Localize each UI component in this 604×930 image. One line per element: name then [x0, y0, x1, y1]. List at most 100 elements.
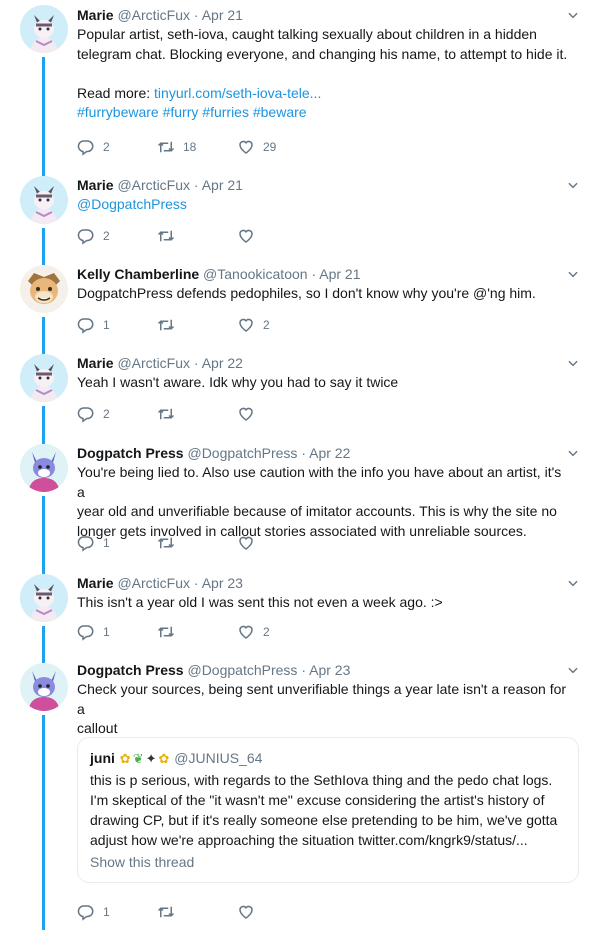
display-name[interactable]: Marie	[77, 355, 114, 371]
reply-count: 2	[103, 229, 110, 243]
reply-button[interactable]: 1	[77, 316, 157, 334]
retweet-button[interactable]	[157, 316, 237, 334]
reply-icon	[77, 316, 95, 334]
timestamp[interactable]: Apr 23	[309, 662, 350, 678]
handle[interactable]: @DogpatchPress	[187, 445, 297, 461]
chevron-down-icon[interactable]	[566, 356, 582, 372]
retweet-count: 18	[183, 140, 197, 154]
reply-button[interactable]: 2	[77, 405, 157, 423]
reply-button[interactable]: 1	[77, 903, 157, 921]
quote-handle[interactable]: @JUNIUS_64	[174, 750, 262, 766]
handle[interactable]: @DogpatchPress	[187, 662, 297, 678]
display-name[interactable]: Marie	[77, 7, 114, 23]
timestamp[interactable]: Apr 22	[309, 445, 350, 461]
quoted-tweet[interactable]: juni ✿ ❦ ✦ ✿ @JUNIUS_64 this is p serious, …	[77, 737, 579, 883]
retweet-button[interactable]	[157, 903, 237, 921]
handle[interactable]: @Tanookicatoon	[203, 266, 308, 282]
avatar[interactable]	[20, 663, 68, 711]
chevron-down-icon[interactable]	[566, 663, 582, 679]
reply-button[interactable]: 2	[77, 138, 157, 156]
display-name[interactable]: Marie	[77, 177, 114, 193]
read-more-link[interactable]: tinyurl.com/seth-iova-tele...	[154, 85, 321, 101]
tweet-actions: 2	[77, 404, 317, 424]
timestamp[interactable]: Apr 23	[202, 575, 243, 591]
chevron-down-icon[interactable]	[566, 8, 582, 24]
sunflower-icon: ✿	[119, 751, 131, 766]
reply-count: 1	[103, 625, 110, 639]
mention-link[interactable]: @DogpatchPress	[77, 196, 187, 212]
reply-button[interactable]: 1	[77, 623, 157, 641]
chevron-down-icon[interactable]	[566, 267, 582, 283]
tweet[interactable]: Dogpatch Press @DogpatchPress · Apr 22 Y…	[0, 438, 604, 568]
hashtag-link[interactable]: #beware	[253, 104, 307, 120]
tweet[interactable]: Dogpatch Press @DogpatchPress · Apr 23 C…	[0, 657, 604, 930]
thread-line	[42, 228, 45, 259]
hashtag-link[interactable]: #furries	[202, 104, 249, 120]
avatar[interactable]	[20, 176, 68, 224]
text-line: drawing CP, but if it's really someone e…	[90, 812, 558, 828]
retweet-button[interactable]	[157, 534, 237, 552]
tweet-text: @DogpatchPress	[77, 195, 568, 215]
display-name[interactable]: Kelly Chamberline	[77, 266, 199, 282]
hashtag-link[interactable]: #furry	[163, 104, 199, 120]
tweet-text: DogpatchPress defends pedophiles, so I d…	[77, 285, 536, 301]
like-button[interactable]	[237, 903, 317, 921]
reply-button[interactable]: 2	[77, 227, 157, 245]
like-button[interactable]: 29	[237, 138, 317, 156]
tweet-actions: 1	[77, 902, 317, 922]
tweet[interactable]: Marie @ArcticFux · Apr 22 Yeah I wasn't …	[0, 348, 604, 438]
retweet-button[interactable]	[157, 227, 237, 245]
reply-button[interactable]: 1	[77, 534, 157, 552]
quote-display-name[interactable]: juni	[90, 750, 115, 766]
like-button[interactable]	[237, 534, 317, 552]
like-count: 29	[263, 140, 277, 154]
display-name[interactable]: Dogpatch Press	[77, 445, 184, 461]
hashtag-link[interactable]: #furrybeware	[77, 104, 159, 120]
chevron-down-icon[interactable]	[566, 178, 582, 194]
handle[interactable]: @ArcticFux	[117, 177, 190, 193]
tweet-actions: 1 2	[77, 315, 317, 335]
like-count: 2	[263, 318, 270, 332]
quote-text: this is p serious, with regards to the S…	[90, 770, 566, 850]
reply-icon	[77, 227, 95, 245]
tweet-text: This isn't a year old I was sent this no…	[77, 594, 443, 610]
chevron-down-icon[interactable]	[566, 446, 582, 462]
timestamp[interactable]: Apr 21	[202, 177, 243, 193]
avatar[interactable]	[20, 444, 68, 492]
thread-line	[42, 57, 45, 170]
hashtags: #furrybeware #furry #furries #beware	[77, 103, 568, 123]
like-button[interactable]	[237, 227, 317, 245]
avatar[interactable]	[20, 354, 68, 402]
like-button[interactable]	[237, 405, 317, 423]
retweet-icon	[157, 903, 175, 921]
thread-line	[42, 406, 45, 438]
tweet[interactable]: Marie @ArcticFux · Apr 21 Popular artist…	[0, 0, 604, 170]
retweet-icon	[157, 534, 175, 552]
handle[interactable]: @ArcticFux	[117, 355, 190, 371]
timestamp[interactable]: Apr 21	[319, 266, 360, 282]
like-button[interactable]: 2	[237, 316, 317, 334]
tweet-text: Popular artist, seth-iova, caught talkin…	[77, 25, 568, 123]
avatar[interactable]	[20, 5, 68, 53]
retweet-button[interactable]	[157, 405, 237, 423]
retweet-button[interactable]	[157, 623, 237, 641]
display-name[interactable]: Dogpatch Press	[77, 662, 184, 678]
timestamp[interactable]: Apr 22	[202, 355, 243, 371]
retweet-button[interactable]: 18	[157, 138, 237, 156]
handle[interactable]: @ArcticFux	[117, 575, 190, 591]
avatar[interactable]	[20, 574, 68, 622]
chevron-down-icon[interactable]	[566, 576, 582, 592]
retweet-icon	[157, 138, 175, 156]
like-button[interactable]: 2	[237, 623, 317, 641]
handle[interactable]: @ArcticFux	[117, 7, 190, 23]
tweet[interactable]: Kelly Chamberline @Tanookicatoon · Apr 2…	[0, 259, 604, 348]
separator-dot: ·	[311, 266, 317, 282]
reply-count: 1	[103, 905, 110, 919]
avatar[interactable]	[20, 265, 68, 313]
tweet[interactable]: Marie @ArcticFux · Apr 23 This isn't a y…	[0, 568, 604, 657]
timestamp[interactable]: Apr 21	[202, 7, 243, 23]
display-name[interactable]: Marie	[77, 575, 114, 591]
show-thread-link[interactable]: Show this thread	[90, 852, 566, 872]
tweet-header: Marie @ArcticFux · Apr 21	[77, 6, 568, 24]
tweet[interactable]: Marie @ArcticFux · Apr 21 @DogpatchPress…	[0, 170, 604, 259]
